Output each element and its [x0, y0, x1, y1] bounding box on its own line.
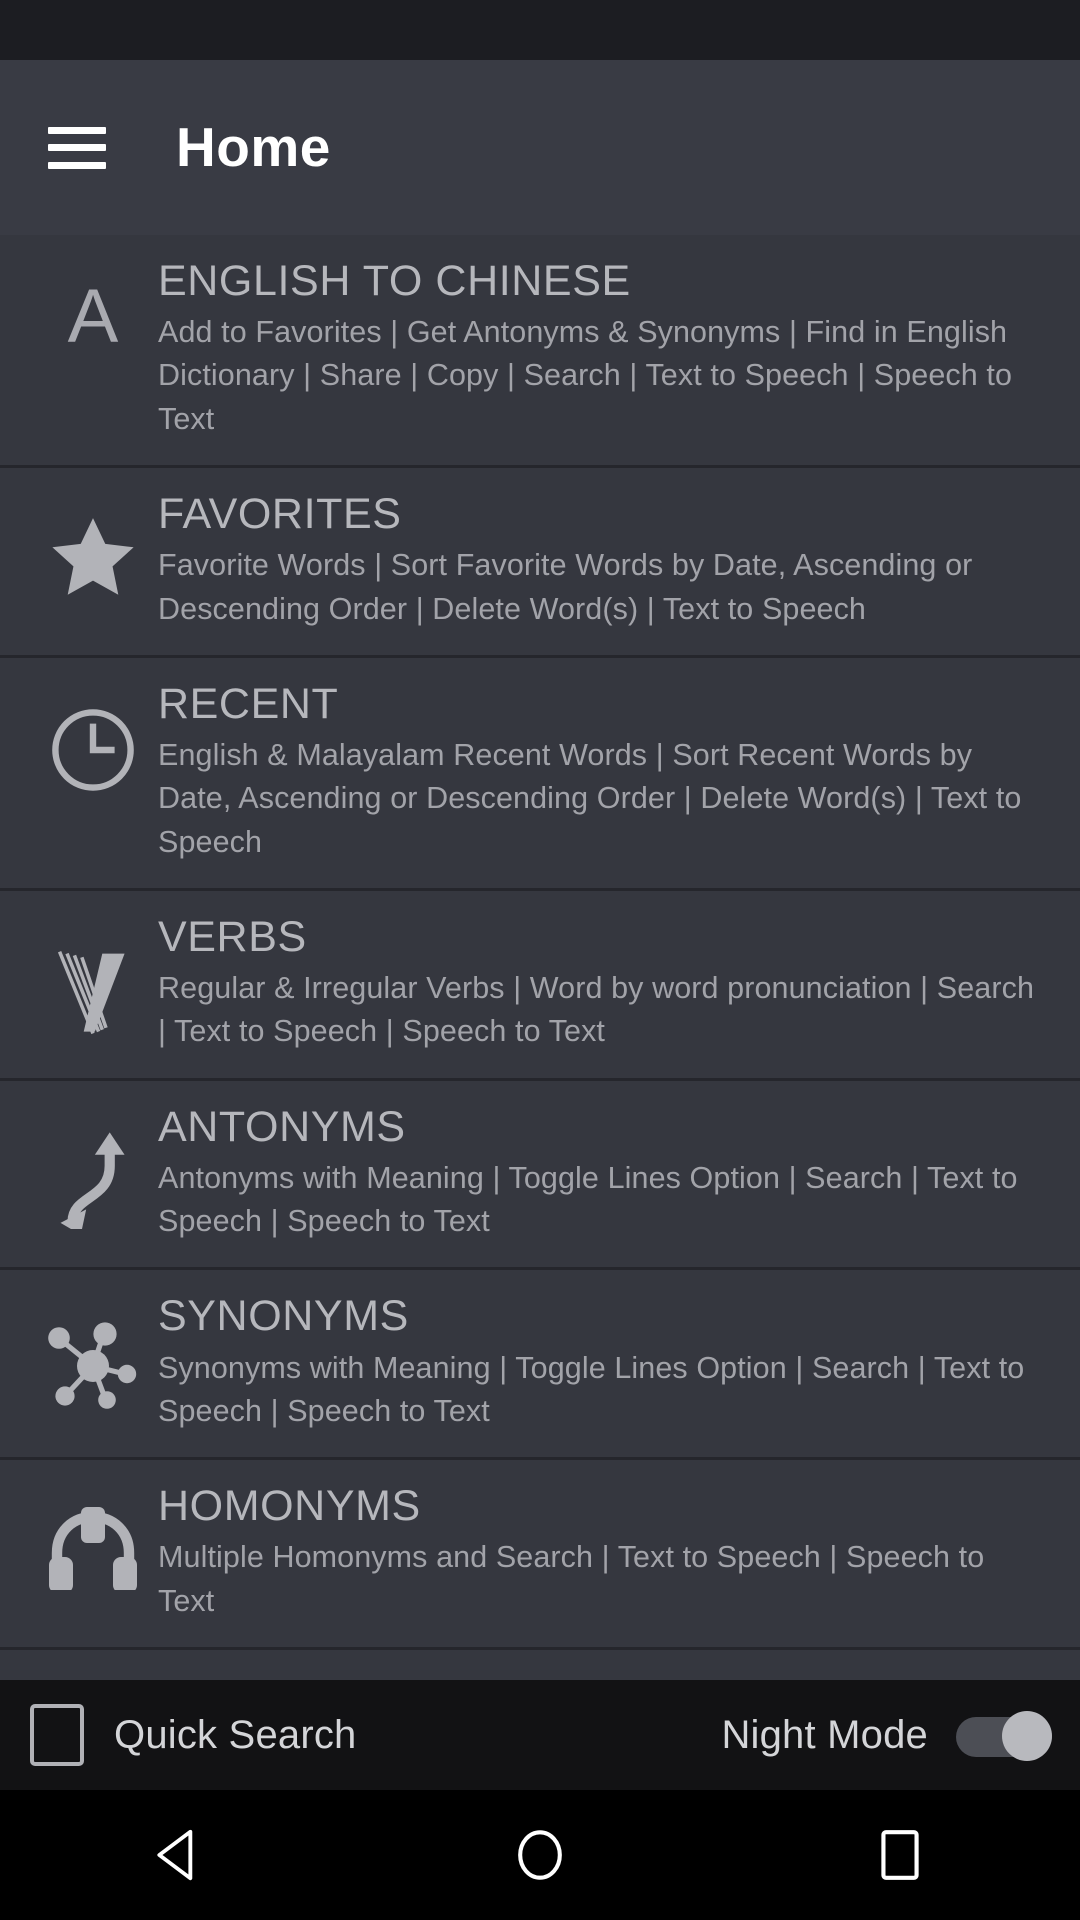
list-item-homonyms[interactable]: HOMONYMS Multiple Homonyms and Search | …: [0, 1460, 1080, 1650]
hamburger-menu-icon[interactable]: [48, 126, 106, 169]
molecule-network-icon: [28, 1292, 158, 1414]
list-item-title: ENGLISH TO CHINESE: [158, 257, 631, 305]
list-item-recent[interactable]: RECENT English & Malayalam Recent Words …: [0, 657, 1080, 891]
star-icon: [28, 490, 158, 604]
list-item-body: ANTONYMS Antonyms with Meaning | Toggle …: [158, 1103, 1052, 1244]
status-bar: [0, 0, 1080, 60]
opposite-arrows-icon: [28, 1103, 158, 1229]
list-item-favorites[interactable]: FAVORITES Favorite Words | Sort Favorite…: [0, 468, 1080, 658]
night-mode-option[interactable]: Night Mode: [691, 1711, 1052, 1761]
clock-icon: [28, 680, 158, 798]
list-item-english-to-chinese[interactable]: A ENGLISH TO CHINESE Add to Favorites | …: [0, 235, 1080, 469]
list-item-description: Add to Favorites | Get Antonyms & Synony…: [158, 315, 1013, 436]
list-item-description: Regular & Irregular Verbs | Word by word…: [158, 971, 1035, 1049]
list-item-body: FAVORITES Favorite Words | Sort Favorite…: [158, 490, 1052, 631]
list-item-verbs[interactable]: VERBS Regular & Irregular Verbs | Word b…: [0, 890, 1080, 1081]
list-item-description: Synonyms with Meaning | Toggle Lines Opt…: [158, 1350, 1025, 1428]
list-item-title: RECENT: [158, 679, 339, 728]
list-item-synonyms[interactable]: SYNONYMS Synonyms with Meaning | Toggle …: [0, 1270, 1080, 1461]
list-item-description: Antonyms with Meaning | Toggle Lines Opt…: [158, 1160, 1018, 1239]
quick-search-option[interactable]: Quick Search: [30, 1704, 357, 1766]
feature-list[interactable]: A ENGLISH TO CHINESE Add to Favorites | …: [0, 235, 1080, 1680]
list-item-title: VERBS: [158, 912, 307, 961]
toggle-thumb: [1002, 1711, 1052, 1761]
list-item-title: SYNONYMS: [158, 1292, 409, 1341]
list-item-antonyms[interactable]: ANTONYMS Antonyms with Meaning | Toggle …: [0, 1080, 1080, 1271]
app-screen: Home A ENGLISH TO CHINESE Add to Favorit…: [0, 0, 1080, 1920]
list-item-title: ANTONYMS: [158, 1102, 406, 1151]
list-item-body: SYNONYMS Synonyms with Meaning | Toggle …: [158, 1292, 1052, 1433]
night-mode-toggle[interactable]: [956, 1711, 1052, 1761]
quick-search-checkbox[interactable]: [30, 1704, 84, 1766]
app-bar: Home: [0, 60, 1080, 235]
list-item-description: English & Malayalam Recent Words | Sort …: [158, 737, 1022, 859]
square-recents-icon[interactable]: [840, 1790, 960, 1920]
list-item-description: Favorite Words | Sort Favorite Words by …: [158, 548, 973, 626]
page-title: Home: [176, 116, 331, 178]
list-item-body: VERBS Regular & Irregular Verbs | Word b…: [158, 913, 1052, 1054]
circle-home-icon[interactable]: [480, 1790, 600, 1920]
list-item-title: HOMONYMS: [158, 1482, 421, 1531]
list-item-body: ENGLISH TO CHINESE Add to Favorites | Ge…: [158, 257, 1052, 441]
bottom-options-bar: Quick Search Night Mode: [0, 1680, 1080, 1790]
night-mode-label: Night Mode: [721, 1712, 928, 1757]
list-item-body: RECENT English & Malayalam Recent Words …: [158, 680, 1052, 864]
verb-v-icon: [28, 913, 158, 1039]
letter-a-icon: A: [67, 274, 119, 359]
quick-search-label: Quick Search: [114, 1712, 357, 1757]
list-item-body: HOMONYMS Multiple Homonyms and Search | …: [158, 1482, 1052, 1623]
headphones-icon: [28, 1482, 158, 1591]
triangle-back-icon[interactable]: [120, 1790, 240, 1920]
android-navigation-bar: [0, 1790, 1080, 1920]
list-item-title: FAVORITES: [158, 490, 402, 539]
list-item-description: Multiple Homonyms and Search | Text to S…: [158, 1540, 985, 1618]
